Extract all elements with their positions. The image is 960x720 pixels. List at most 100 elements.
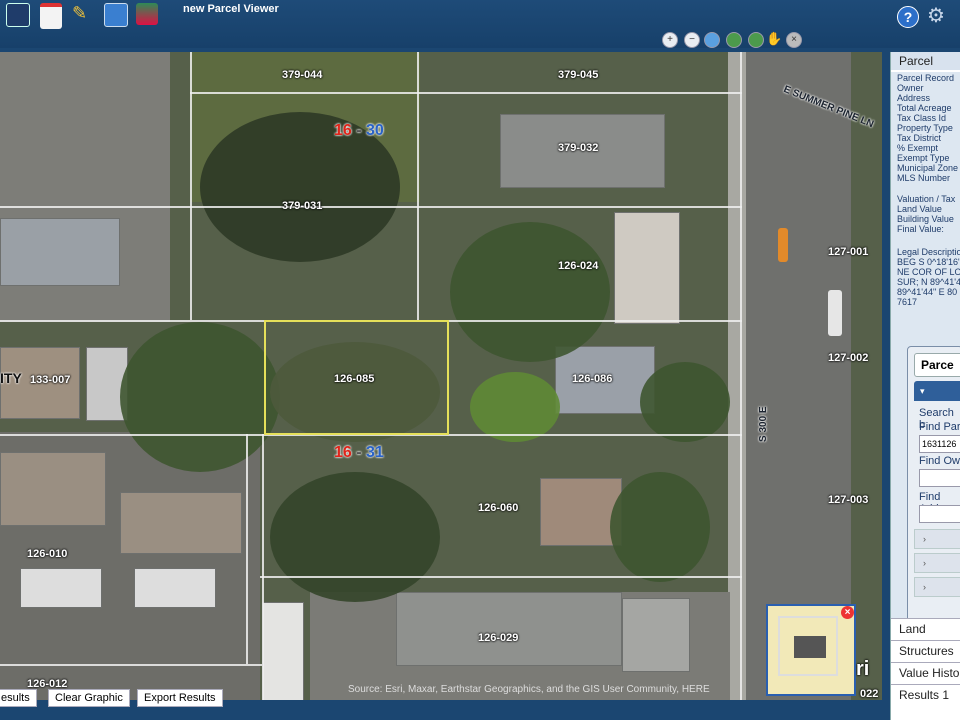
parcel-line bbox=[190, 92, 742, 94]
parcel-label[interactable]: 126-086 bbox=[572, 373, 612, 385]
tree bbox=[470, 372, 560, 442]
previous-extent-icon[interactable] bbox=[726, 32, 742, 48]
database-icon[interactable] bbox=[6, 3, 30, 27]
search-title[interactable]: Parce bbox=[914, 353, 960, 377]
tab-land[interactable]: Land bbox=[891, 618, 960, 639]
building bbox=[120, 492, 242, 554]
close-icon[interactable]: × bbox=[841, 606, 854, 619]
parcel-label[interactable]: 126-085 bbox=[334, 373, 374, 385]
attr-label: Owner bbox=[897, 83, 924, 93]
parcel-label[interactable]: 126-060 bbox=[478, 502, 518, 514]
map-view[interactable]: 379-044 379-045 379-032 379-031 126-024 … bbox=[0, 52, 882, 700]
tree bbox=[270, 472, 440, 602]
full-extent-icon[interactable] bbox=[704, 32, 720, 48]
attr-label: Address bbox=[897, 93, 931, 103]
attr-label: Tax Class Id bbox=[897, 113, 947, 123]
overview-map[interactable]: × bbox=[766, 604, 856, 696]
bottom-bar: esults Clear Graphic Export Results bbox=[0, 688, 882, 708]
attr-label: Property Type bbox=[897, 123, 953, 133]
legal-line: NE COR OF LOT bbox=[897, 267, 960, 277]
attr-label: Tax District bbox=[897, 133, 942, 143]
zoom-in-icon[interactable]: + bbox=[662, 32, 678, 48]
tree bbox=[640, 362, 730, 442]
building bbox=[134, 568, 216, 608]
parcel-label[interactable]: 126-010 bbox=[27, 548, 67, 560]
parcel-label[interactable]: 126-029 bbox=[478, 632, 518, 644]
clear-icon[interactable]: × bbox=[786, 32, 802, 48]
parcel-label[interactable]: 379-031 bbox=[282, 200, 322, 212]
export-results-button[interactable]: Export Results bbox=[137, 689, 223, 707]
top-toolbar: ✎ new Parcel Viewer ? ⚙ + − ✋ × bbox=[0, 0, 960, 48]
section-label: 16 - 31 bbox=[334, 444, 384, 461]
pan-hand-icon[interactable]: ✋ bbox=[766, 32, 782, 46]
building bbox=[262, 602, 304, 700]
parcel-label[interactable]: 133-007 bbox=[30, 374, 70, 386]
pencil-icon[interactable]: ✎ bbox=[72, 3, 94, 25]
valuation-label: Valuation / Tax bbox=[897, 194, 956, 204]
parcel-line bbox=[262, 434, 264, 700]
building bbox=[0, 218, 120, 286]
tab-structures[interactable]: Structures bbox=[891, 640, 960, 661]
valuation-label: Land Value bbox=[897, 204, 942, 214]
car bbox=[828, 290, 842, 336]
tab-value-history[interactable]: Value Histo bbox=[891, 662, 960, 683]
place-label: ITY bbox=[0, 370, 22, 386]
parcel-line bbox=[246, 434, 248, 664]
find-parcel-label: Find Par bbox=[919, 421, 960, 433]
address-input[interactable] bbox=[919, 505, 960, 523]
parcel-panel: Parcel Parcel Record Owner Address Total… bbox=[890, 52, 960, 720]
pdf-icon[interactable] bbox=[40, 3, 62, 29]
parcel-label[interactable]: 127-001 bbox=[828, 246, 868, 258]
next-extent-icon[interactable] bbox=[748, 32, 764, 48]
car bbox=[778, 228, 788, 262]
layers-icon[interactable] bbox=[136, 3, 158, 25]
search-header[interactable]: ▾ bbox=[914, 381, 960, 401]
collapsed-section[interactable]: › bbox=[914, 553, 960, 573]
building bbox=[622, 598, 690, 672]
building bbox=[614, 212, 680, 324]
parcel-number-input[interactable]: 1631126 bbox=[919, 435, 960, 453]
parcel-label[interactable]: 126-024 bbox=[558, 260, 598, 272]
attr-label: MLS Number bbox=[897, 173, 951, 183]
esri-logo: ri bbox=[856, 658, 870, 680]
attribute-list: Parcel Record Owner Address Total Acreag… bbox=[891, 72, 960, 634]
gear-icon[interactable]: ⚙ bbox=[927, 6, 945, 26]
section-label: 16 - 30 bbox=[334, 122, 384, 139]
building bbox=[0, 452, 106, 526]
clear-graphic-button[interactable]: Clear Graphic bbox=[48, 689, 130, 707]
attr-label: Municipal Zone bbox=[897, 163, 959, 173]
legal-line: 89^41'44" E 80 F bbox=[897, 287, 960, 297]
app-title: new Parcel Viewer bbox=[183, 3, 279, 15]
results-button[interactable]: esults bbox=[0, 689, 37, 707]
parcel-line bbox=[0, 664, 262, 666]
parcel-search-card: Parce ▾ Search b Find Par 1631126 Find O… bbox=[907, 346, 960, 634]
street-300e bbox=[745, 52, 851, 700]
parcel-label[interactable]: 127-003 bbox=[828, 494, 868, 506]
collapsed-section[interactable]: › bbox=[914, 529, 960, 549]
zoom-out-icon[interactable]: − bbox=[684, 32, 700, 48]
parcel-line bbox=[190, 52, 192, 320]
parcel-label[interactable]: 127-002 bbox=[828, 352, 868, 364]
parcel-line bbox=[417, 52, 419, 320]
document-icon[interactable] bbox=[104, 3, 128, 27]
valuation-label: Final Value: bbox=[897, 224, 944, 234]
parcel-line bbox=[740, 52, 742, 700]
attr-label: % Exempt bbox=[897, 143, 939, 153]
help-icon[interactable]: ? bbox=[897, 6, 919, 28]
valuation-label: Building Value bbox=[897, 214, 954, 224]
parcel-label[interactable]: 379-032 bbox=[558, 142, 598, 154]
legal-heading: Legal Description bbox=[897, 247, 960, 257]
attr-label: Total Acreage bbox=[897, 103, 952, 113]
street-label: S 300 E bbox=[758, 406, 769, 442]
overview-grid bbox=[778, 616, 838, 676]
parcel-line bbox=[260, 576, 742, 578]
tree bbox=[610, 472, 710, 582]
attr-label: Parcel Record bbox=[897, 73, 955, 83]
parcel-label[interactable]: 379-045 bbox=[558, 69, 598, 81]
owner-input[interactable] bbox=[919, 469, 960, 487]
collapsed-section[interactable]: › bbox=[914, 577, 960, 597]
tree bbox=[450, 222, 610, 362]
tab-results[interactable]: Results 1 bbox=[891, 684, 960, 705]
panel-title: Parcel bbox=[891, 52, 960, 70]
parcel-label[interactable]: 379-044 bbox=[282, 69, 322, 81]
